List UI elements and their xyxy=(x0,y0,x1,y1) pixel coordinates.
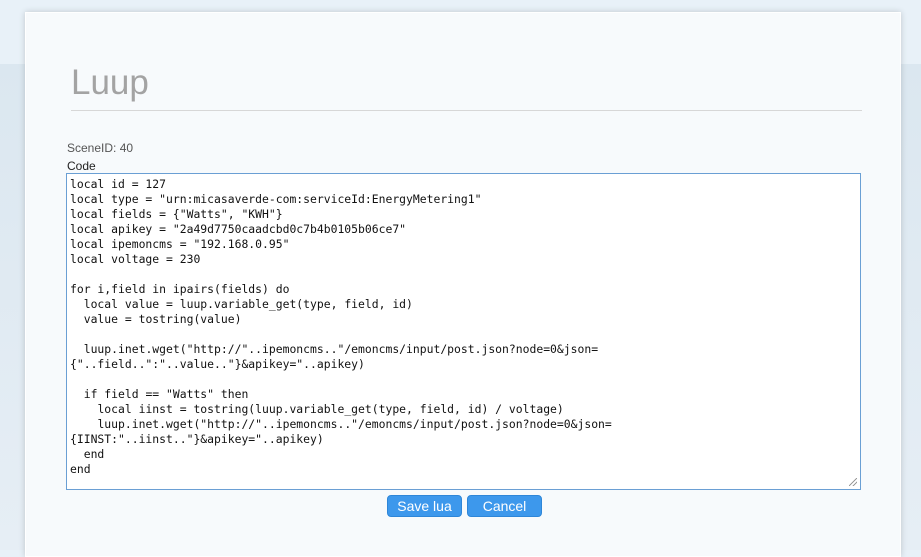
save-lua-button[interactable]: Save lua xyxy=(387,495,462,517)
cancel-button[interactable]: Cancel xyxy=(467,495,542,517)
code-label: Code xyxy=(67,159,96,173)
code-editor[interactable]: local id = 127 local type = "urn:micasav… xyxy=(66,173,861,490)
title-divider xyxy=(71,110,862,111)
scene-id-label: SceneID: 40 xyxy=(67,141,134,155)
luup-dialog: Luup SceneID: 40 Code local id = 127 loc… xyxy=(25,12,901,557)
dialog-title: Luup xyxy=(71,63,149,102)
